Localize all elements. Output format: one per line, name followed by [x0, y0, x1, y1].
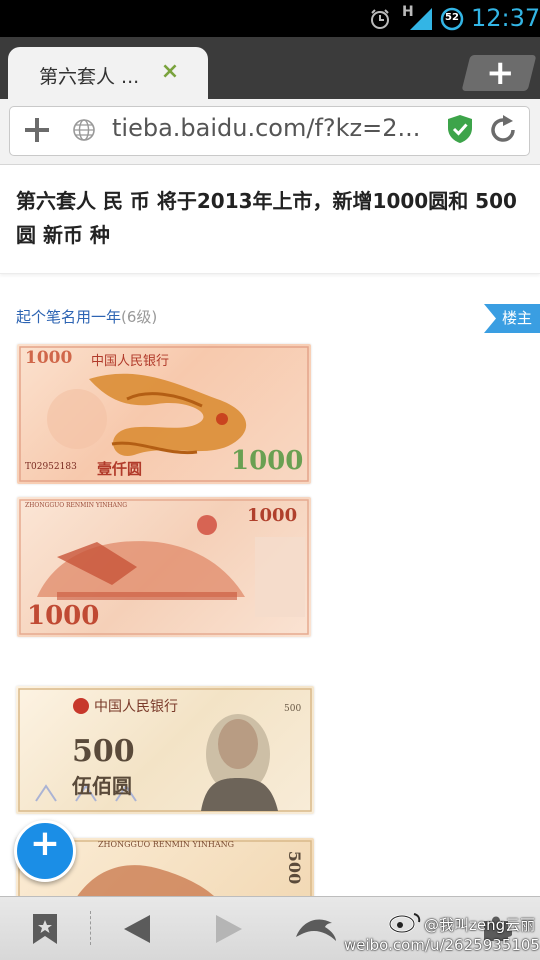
security-shield-icon[interactable]: [446, 113, 474, 145]
signal-icon: [410, 8, 432, 30]
plus-icon: +: [486, 53, 515, 93]
banknote-words: 伍佰圆: [72, 774, 132, 798]
plus-icon: +: [29, 823, 61, 864]
banknote-image-1000-back[interactable]: ZHONGGUO RENMIN YINHANG 1000 1000: [17, 497, 311, 637]
dolphin-icon: [296, 919, 336, 941]
reply-fab-button[interactable]: +: [14, 820, 76, 882]
dolphin-menu-button[interactable]: [290, 897, 350, 960]
banknote-serial: T02952183: [25, 462, 77, 472]
author-line[interactable]: 起个笔名用一年(6级): [16, 306, 157, 327]
post-title: 第六套人 民 币 将于2013年上市，新增1000圆和 500圆 新币 种: [16, 189, 517, 247]
browser-tab[interactable]: 第六套人 ... ×: [8, 47, 208, 99]
refresh-icon[interactable]: [487, 113, 519, 145]
banknote-image-500-front[interactable]: 中国人民银行 500 伍佰圆 500: [16, 686, 314, 814]
toolbar-divider: [90, 911, 91, 945]
author-name[interactable]: 起个笔名用一年: [16, 308, 121, 326]
banknote-issuer: 中国人民银行: [91, 354, 170, 369]
alarm-clock-icon: [371, 9, 389, 29]
tab-strip: 第六套人 ... × +: [0, 37, 540, 99]
back-icon: [124, 915, 150, 943]
status-time: 12:37: [471, 4, 540, 32]
post-header: 第六套人 民 币 将于2013年上市，新增1000圆和 500圆 新币 种: [0, 166, 540, 274]
add-bookmark-icon[interactable]: [22, 115, 52, 145]
banknote-pinyin: ZHONGGUO RENMIN YINHANG: [25, 502, 128, 509]
watermark-handle: @我叫zeng云丽: [424, 916, 536, 934]
banknote-image-1000-front[interactable]: 1000 中国人民银行 T02952183 壹仟圆 1000: [17, 344, 311, 484]
banknote-value: 500: [284, 704, 302, 714]
banknote-value: 1000: [247, 505, 298, 526]
bookmarks-icon: [33, 914, 57, 944]
url-bar: tieba.baidu.com/f?kz=2...: [0, 99, 540, 165]
tab-title: 第六套人 ...: [39, 66, 140, 88]
status-bar: H 52 12:37: [0, 0, 540, 37]
tab-close-button[interactable]: ×: [160, 59, 180, 84]
banknote-issuer: 中国人民银行: [94, 699, 178, 715]
forward-button[interactable]: [200, 897, 260, 960]
banknote-value: 1000: [25, 348, 73, 368]
banknote-value: 500: [285, 850, 305, 885]
url-text[interactable]: tieba.baidu.com/f?kz=2...: [112, 114, 420, 142]
weibo-icon: [388, 913, 421, 934]
author-level: (6级): [121, 308, 158, 326]
banknote-value-large: 1000: [27, 601, 100, 631]
forward-icon: [216, 915, 242, 943]
globe-icon: [73, 119, 95, 141]
banknote-pinyin: ZHONGGUO RENMIN YINHANG: [98, 840, 235, 849]
banknote-value-large: 1000: [231, 446, 304, 476]
owner-badge: 楼主: [484, 304, 540, 333]
back-button[interactable]: [110, 897, 170, 960]
battery-level: 52: [445, 12, 459, 23]
banknote-words: 壹仟圆: [97, 460, 143, 478]
watermark-url: weibo.com/u/2625935105: [344, 936, 540, 954]
battery-icon: 52: [440, 7, 464, 31]
bookmarks-button[interactable]: [14, 897, 74, 960]
banknote-value-large: 500: [72, 734, 135, 769]
